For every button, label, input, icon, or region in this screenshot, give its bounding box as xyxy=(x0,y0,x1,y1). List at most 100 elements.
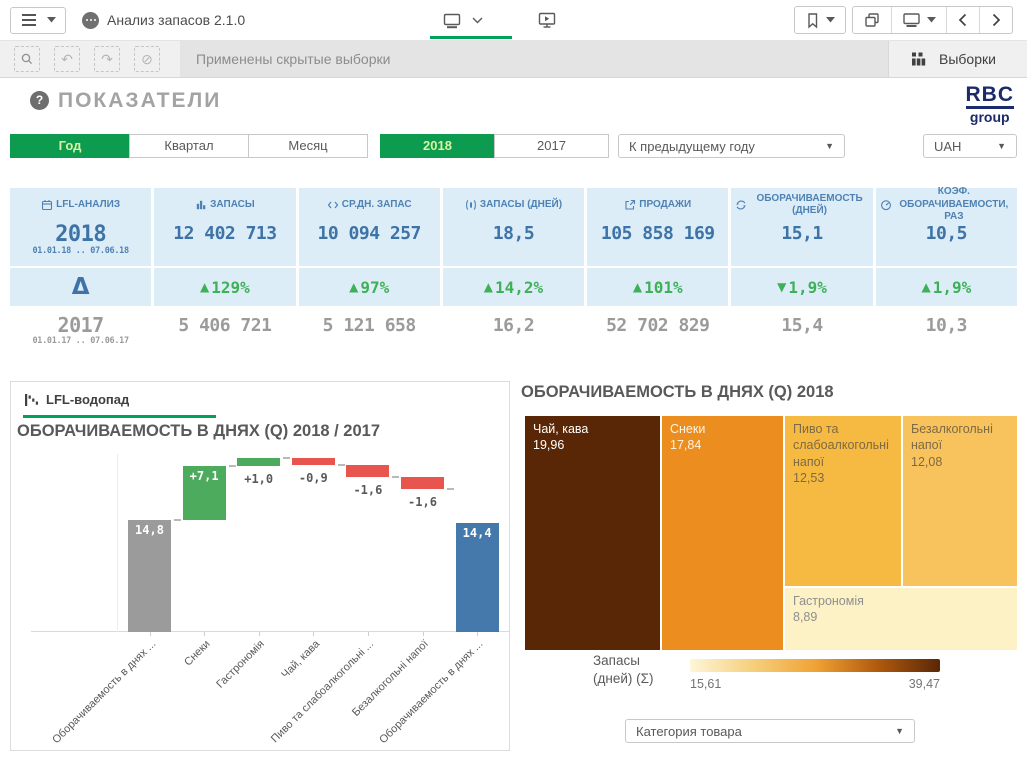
kpi-column-7: КОЭФ. ОБОРАЧИВАЕМОСТИ, РАЗ10,5▲1,9%10,3 xyxy=(876,188,1017,362)
kpi-value: 12 402 713 xyxy=(154,223,295,244)
help-icon[interactable]: ? xyxy=(30,91,49,110)
triangle-up-icon: ▲ xyxy=(349,280,358,294)
sheet-list-button[interactable] xyxy=(891,7,946,33)
x-axis-label[interactable]: Гастрономія xyxy=(215,638,268,691)
selections-panel-button[interactable]: Выборки xyxy=(888,41,1027,77)
waterfall-chart-container: LFL-водопад ОБОРАЧИВАЕМОСТЬ В ДНЯХ (Q) 2… xyxy=(10,381,510,751)
category-filter-dropdown[interactable]: Категория товара ▼ xyxy=(625,719,915,743)
year-button-group: 20182017 xyxy=(380,134,609,158)
bar-value-label: 14,4 xyxy=(456,526,499,540)
kpi-header: ПРОДАЖИ xyxy=(587,188,728,220)
kpi-prev-cell: 5 406 721 xyxy=(154,306,295,362)
prev-sheet-button[interactable] xyxy=(946,7,979,33)
x-axis-label[interactable]: Оборачиваемость в днях ... xyxy=(377,638,485,746)
app-identity[interactable]: Анализ запасов 2.1.0 xyxy=(82,12,245,29)
bookmarks-button[interactable] xyxy=(794,6,846,34)
clear-selections-button[interactable]: ⊘ xyxy=(134,46,160,72)
inventory-icon xyxy=(195,199,207,211)
chevron-down-icon xyxy=(472,17,483,24)
bar-value-label: -1,6 xyxy=(401,495,444,509)
sheet-icon xyxy=(442,12,462,29)
duplicate-sheet-button[interactable] xyxy=(853,7,891,33)
kpi-prev-cell: 15,4 xyxy=(731,306,872,362)
year-button-2017[interactable]: 2017 xyxy=(494,134,609,158)
kpi-delta: ▲14,2% xyxy=(443,266,584,306)
kpi-column-2: ЗАПАСЫ 12 402 713 ▲129% 5 406 721 xyxy=(154,188,295,362)
waterfall-bar[interactable] xyxy=(237,458,280,466)
redo-selection-button[interactable]: ↷ xyxy=(94,46,120,72)
menu-icon xyxy=(20,12,38,28)
kpi-delta: ▼1,9% xyxy=(731,266,872,306)
comparison-dropdown[interactable]: К предыдущему году ▼ xyxy=(618,134,845,158)
treemap-block-4[interactable]: Безалкогольні напої12,08 xyxy=(903,416,1017,586)
currency-dropdown[interactable]: UAH ▼ xyxy=(923,134,1017,158)
triangle-down-icon: ▼ xyxy=(777,280,786,294)
kpi-value-cell: 18,5 xyxy=(443,220,584,266)
undo-selection-button[interactable]: ↶ xyxy=(54,46,80,72)
kpi-header-label: LFL-АНАЛИЗ xyxy=(56,199,120,212)
caret-down-icon xyxy=(927,17,936,23)
waterfall-xlabels: Оборачиваемость в днях ... СнекиГастроном… xyxy=(31,632,509,751)
waterfall-bar[interactable] xyxy=(292,458,335,465)
legend-gradient-bar xyxy=(690,659,940,672)
kpi-value-cell: 105 858 169 xyxy=(587,220,728,266)
x-axis-label[interactable]: Снеки xyxy=(182,638,212,668)
bar-value-label: +1,0 xyxy=(237,472,280,486)
kpi-column-5: ПРОДАЖИ105 858 169▲101%52 702 829 xyxy=(587,188,728,362)
treemap: Чай, кава19,96Снеки17,84Пиво та слабоалк… xyxy=(525,416,1017,650)
kpi-header: ЗАПАСЫ xyxy=(154,188,295,220)
bar-value-label: +7,1 xyxy=(183,469,226,483)
kpi-value-cell: 15,1 xyxy=(731,220,872,266)
kpi-header-label: ЗАПАСЫ (ДНЕЙ) xyxy=(480,199,562,212)
treemap-block-value: 19,96 xyxy=(533,437,652,453)
period-button-Год[interactable]: Год xyxy=(10,134,130,158)
treemap-block-1[interactable]: Чай, кава19,96 xyxy=(525,416,660,650)
kpi-prev-value: 5 406 721 xyxy=(154,315,295,336)
connector-tick xyxy=(447,488,454,490)
treemap-block-2[interactable]: Снеки17,84 xyxy=(662,416,783,650)
tab-lfl-waterfall[interactable]: LFL-водопад xyxy=(24,392,129,407)
kpi-column-4: ЗАПАСЫ (ДНЕЙ)18,5▲14,2%16,2 xyxy=(443,188,584,362)
x-axis-label[interactable]: Чай, кава xyxy=(279,638,322,681)
story-mode-button[interactable] xyxy=(537,11,557,29)
period-button-Квартал[interactable]: Квартал xyxy=(129,134,249,158)
waterfall-title: ОБОРАЧИВАЕМОСТЬ В ДНЯХ (Q) 2018 / 2017 xyxy=(17,422,380,441)
main-menu-button[interactable] xyxy=(10,7,66,34)
sheet-selector[interactable] xyxy=(428,0,497,40)
legend-measure-line1: Запасы xyxy=(593,652,653,670)
bar-value-label: 14,8 xyxy=(128,523,171,537)
connector-tick xyxy=(174,519,181,521)
y-axis-line xyxy=(117,454,118,632)
kpi-header-label: КОЭФ. ОБОРАЧИВАЕМОСТИ, РАЗ xyxy=(895,186,1013,224)
waterfall-bar[interactable] xyxy=(346,465,389,477)
period-button-Месяц[interactable]: Месяц xyxy=(248,134,368,158)
active-sheet-underline xyxy=(430,36,512,39)
caret-down-icon: ▼ xyxy=(825,141,834,151)
kpi-prev-cell: 10,3 xyxy=(876,306,1017,362)
selections-grid-icon xyxy=(909,51,927,67)
selection-search-button[interactable] xyxy=(14,46,40,72)
kpi-prev-cell: 201701.01.17 .. 07.06.17 xyxy=(10,306,151,362)
treemap-block-name: Снеки xyxy=(670,421,775,437)
next-sheet-button[interactable] xyxy=(979,7,1012,33)
x-axis-label[interactable]: Оборачиваемость в днях ... xyxy=(50,638,158,746)
connector-tick xyxy=(229,465,236,467)
kpi-delta-value: 1,9% xyxy=(933,278,972,297)
kpi-value-cell: 201801.01.18 .. 07.06.18 xyxy=(10,220,151,266)
kpi-delta-value: 129% xyxy=(211,278,250,297)
treemap-block-3[interactable]: Пиво та слабоалкогольні напої12,53 xyxy=(785,416,901,586)
waterfall-bar[interactable] xyxy=(401,477,444,489)
kpi-delta: ▲129% xyxy=(154,266,295,306)
stock-days-icon xyxy=(465,199,477,211)
caret-down-icon xyxy=(826,17,835,23)
triangle-up-icon: ▲ xyxy=(921,280,930,294)
treemap-block-5[interactable]: Гастрономія8,89 xyxy=(785,588,1017,650)
legend-measure-line2: (дней) (Σ) xyxy=(593,670,653,688)
x-axis-label[interactable]: Пиво та слабоалкогольні ... xyxy=(269,638,376,745)
turnover-ratio-icon xyxy=(880,199,892,211)
kpi-header: ЗАПАСЫ (ДНЕЙ) xyxy=(443,188,584,220)
tab-label: LFL-водопад xyxy=(46,392,129,407)
kpi-prev-cell: 5 121 658 xyxy=(299,306,440,362)
year-button-2018[interactable]: 2018 xyxy=(380,134,495,158)
kpi-prev-value: 5 121 658 xyxy=(299,315,440,336)
